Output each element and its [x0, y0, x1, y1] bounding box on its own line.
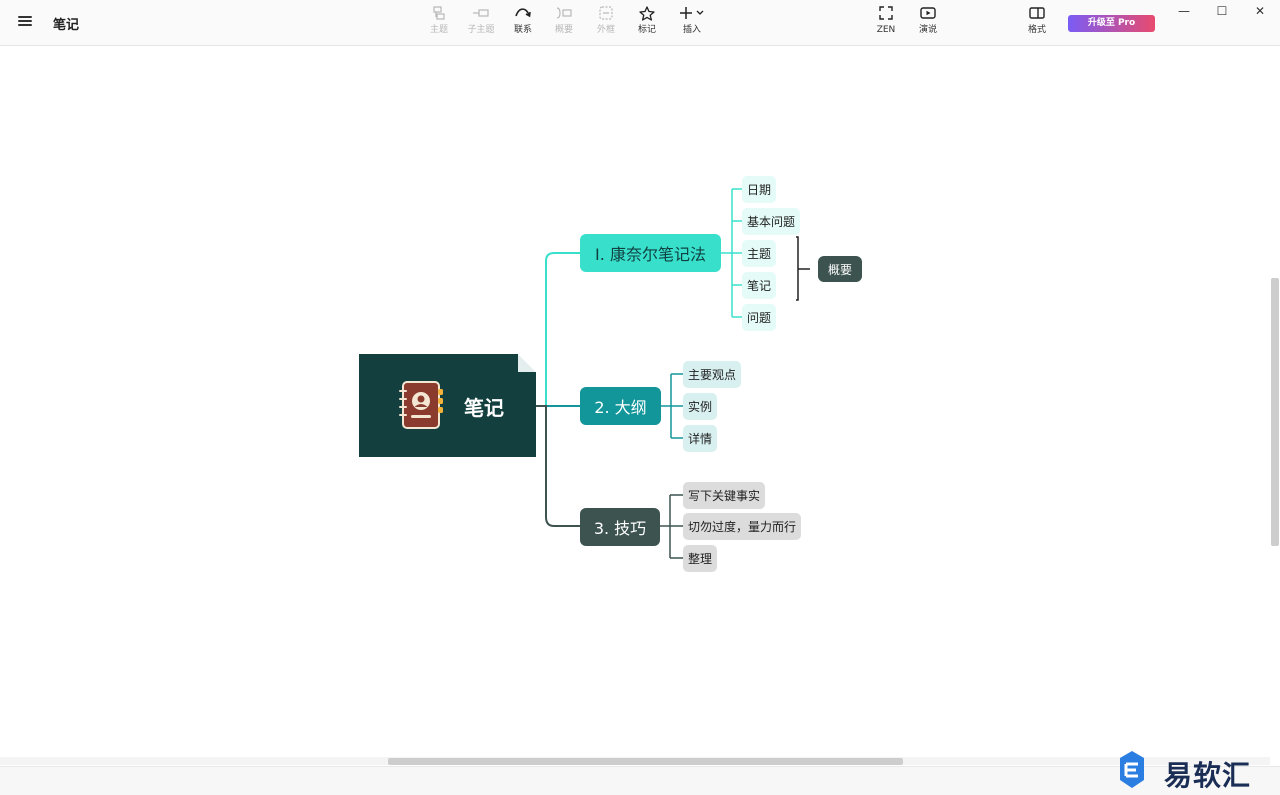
boundary-tool-label: 外框 [596, 25, 615, 35]
root-topic[interactable] [359, 354, 536, 457]
leaf-topic[interactable]: 主题 [742, 240, 777, 267]
maximize-icon[interactable]: ☐ [1212, 4, 1232, 18]
app-window: 笔记 主题 子主题 联系 概要 外框 标记 插入 ZEN 演说 格式 升级至 P… [0, 0, 1280, 795]
leaf-key-facts[interactable]: 写下关键事实 [683, 482, 766, 509]
corner-fold [518, 354, 536, 372]
leaf-dont-overdo[interactable]: 切勿过度，量力而行 [683, 513, 802, 540]
document-title[interactable]: 笔记 [53, 14, 79, 33]
horizontal-scrollbar[interactable] [388, 758, 903, 765]
hamburger-menu-icon[interactable] [14, 14, 36, 32]
relationship-tool-button[interactable]: 联系 [511, 6, 535, 42]
format-panel-button[interactable]: 格式 [1025, 6, 1049, 42]
summary-tool-label: 概要 [554, 25, 573, 35]
leaf-main-points[interactable]: 主要观点 [683, 361, 742, 388]
upgrade-pro-button[interactable]: 升级至 Pro [1068, 15, 1155, 32]
fullscreen-icon [874, 6, 898, 24]
branch-tips[interactable]: 3. 技巧 [580, 508, 660, 546]
leaf-examples[interactable]: 实例 [683, 393, 718, 420]
watermark-text: 易软汇 [1164, 759, 1252, 792]
branch-outline[interactable]: 2. 大纲 [580, 387, 661, 425]
boundary-tool-button[interactable]: 外框 [594, 6, 618, 42]
panel-icon [1025, 6, 1049, 24]
subtopic-icon [465, 6, 497, 24]
zen-mode-button[interactable]: ZEN [874, 6, 898, 42]
marker-tool-label: 标记 [637, 25, 656, 35]
star-icon [636, 6, 658, 24]
topic-tool-button[interactable]: 主题 [428, 6, 450, 42]
leaf-organize[interactable]: 整理 [683, 545, 718, 572]
status-bar [0, 766, 1280, 795]
subtopic-tool-button[interactable]: 子主题 [465, 6, 497, 42]
topic-icon [428, 6, 450, 24]
relationship-icon [511, 6, 535, 24]
play-icon [916, 6, 940, 24]
relationship-tool-label: 联系 [513, 25, 532, 35]
zen-mode-label: ZEN [876, 25, 896, 35]
toolbar: 笔记 主题 子主题 联系 概要 外框 标记 插入 ZEN 演说 格式 升级至 P… [0, 0, 1280, 46]
leaf-questions[interactable]: 问题 [742, 304, 777, 331]
summary-icon [552, 6, 576, 24]
root-topic-label: 笔记 [464, 396, 504, 420]
topic-tool-label: 主题 [429, 25, 448, 35]
leaf-details[interactable]: 详情 [683, 425, 718, 452]
marker-tool-button[interactable]: 标记 [636, 6, 658, 42]
summary-topic[interactable]: 概要 [818, 256, 862, 282]
close-icon[interactable]: ✕ [1250, 4, 1270, 18]
plus-icon [677, 6, 707, 24]
present-label: 演说 [918, 25, 937, 35]
leaf-date[interactable]: 日期 [742, 176, 777, 203]
leaf-notes[interactable]: 笔记 [742, 272, 777, 299]
leaf-basic-question[interactable]: 基本问题 [742, 208, 801, 235]
summary-tool-button[interactable]: 概要 [552, 6, 576, 42]
branch-cornell-method[interactable]: I. 康奈尔笔记法 [580, 234, 721, 272]
boundary-icon [594, 6, 618, 24]
notebook-icon [399, 381, 443, 429]
minimize-icon[interactable]: — [1174, 4, 1194, 18]
subtopic-tool-label: 子主题 [467, 25, 495, 35]
vertical-scrollbar[interactable] [1271, 278, 1279, 546]
format-panel-label: 格式 [1027, 25, 1046, 35]
insert-tool-label: 插入 [682, 25, 701, 35]
present-button[interactable]: 演说 [916, 6, 940, 42]
insert-tool-button[interactable]: 插入 [677, 6, 707, 42]
